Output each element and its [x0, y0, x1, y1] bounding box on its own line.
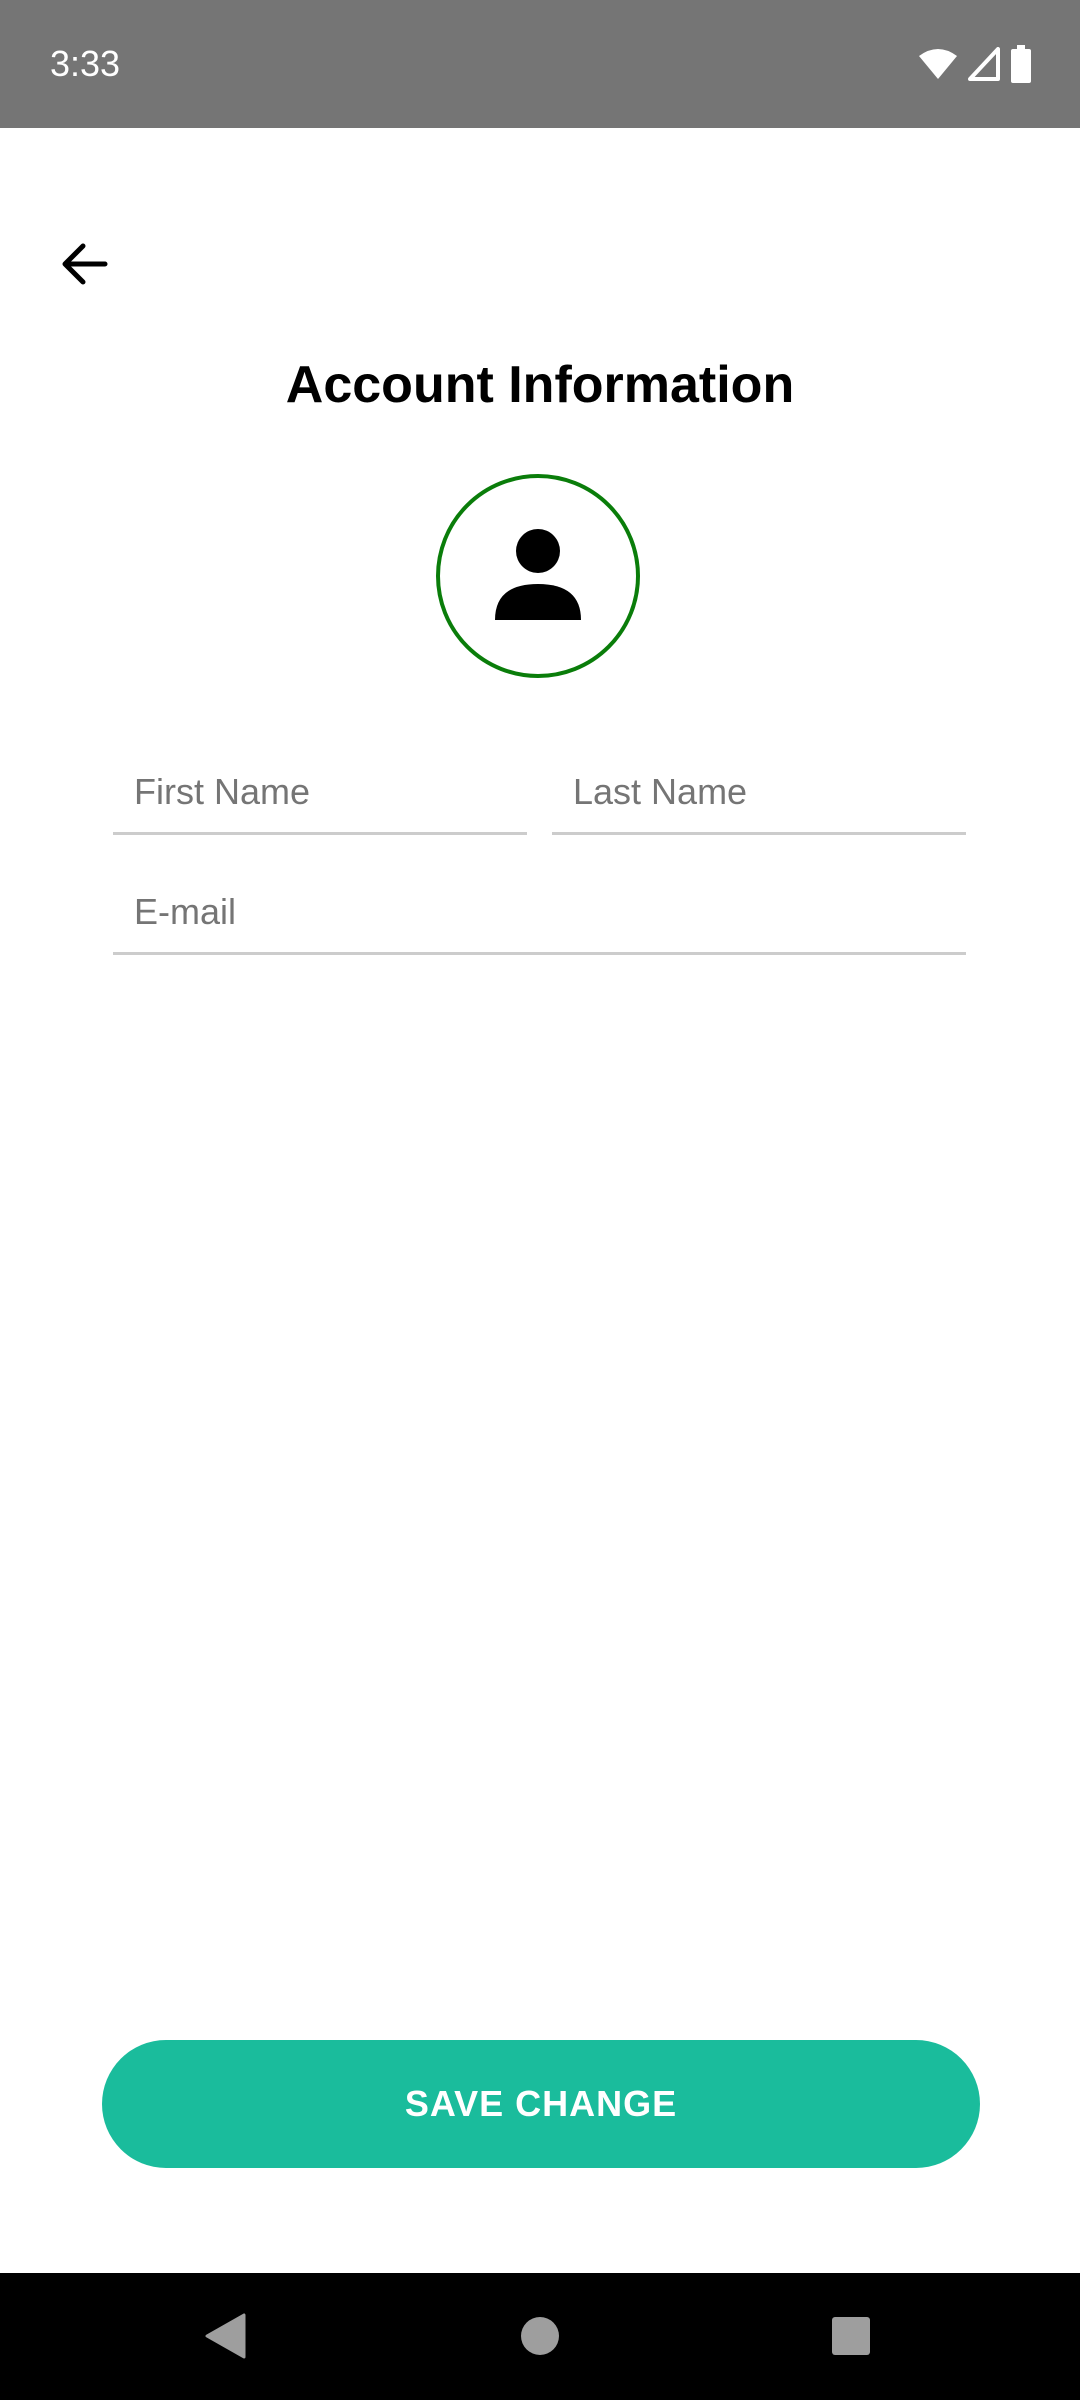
email-field-container [113, 872, 966, 955]
cell-signal-icon [968, 47, 1000, 81]
avatar[interactable] [436, 474, 640, 678]
person-icon [493, 528, 583, 625]
back-button[interactable] [44, 226, 124, 306]
first-name-field-container [113, 752, 527, 835]
nav-back-button[interactable] [190, 2303, 260, 2373]
save-change-button[interactable]: SAVE CHANGE [102, 2040, 980, 2168]
wifi-icon [918, 48, 958, 80]
recents-square-icon [831, 2316, 871, 2361]
home-circle-icon [520, 2316, 560, 2361]
arrow-left-icon [59, 242, 109, 291]
back-triangle-icon [204, 2313, 246, 2364]
battery-icon [1010, 45, 1032, 83]
account-information-screen: 3:33 Account Information First Name Last… [0, 0, 1080, 2400]
navigation-bar [0, 2273, 1080, 2400]
page-title: Account Information [285, 356, 795, 414]
email-field[interactable] [113, 872, 966, 952]
nav-home-button[interactable] [505, 2303, 575, 2373]
last-name-field-container [552, 752, 966, 835]
status-time: 3:33 [50, 43, 121, 84]
first-name-field[interactable] [113, 752, 527, 832]
status-icons [918, 44, 1032, 84]
status-bar: 3:33 [0, 0, 1080, 128]
last-name-field[interactable] [552, 752, 966, 832]
nav-recents-button[interactable] [816, 2303, 886, 2373]
